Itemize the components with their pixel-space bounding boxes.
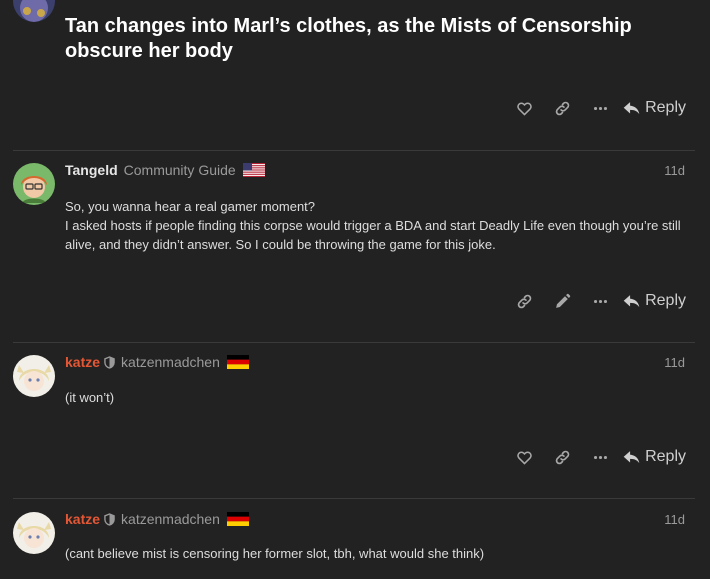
post-divider — [13, 498, 695, 499]
ellipsis-icon — [593, 106, 607, 110]
heart-icon — [516, 450, 532, 465]
user-full-name: katzenmadchen — [121, 511, 220, 527]
username[interactable]: katze — [65, 511, 100, 527]
link-icon — [517, 294, 531, 308]
post-meta: katze katzenmadchen — [65, 509, 249, 529]
link-icon — [555, 450, 569, 464]
post-body: So, you wanna hear a real gamer moment? … — [65, 197, 690, 254]
reply-icon — [623, 450, 640, 463]
post-line: So, you wanna hear a real gamer moment? — [65, 199, 316, 214]
more-options-button[interactable] — [581, 93, 619, 123]
post-meta: katze katzenmadchen — [65, 352, 249, 372]
de-flag-icon — [226, 512, 249, 526]
ellipsis-icon — [593, 299, 607, 303]
more-options-button[interactable] — [581, 442, 619, 472]
reply-label: Reply — [645, 292, 686, 309]
avatar[interactable] — [13, 163, 55, 205]
reply-label: Reply — [645, 99, 686, 116]
topic-title: Tan changes into Marl’s clothes, as the … — [65, 15, 632, 62]
shield-icon — [104, 355, 115, 369]
post-line: (cant believe mist is censoring her form… — [65, 546, 485, 561]
post-date[interactable]: 11d — [664, 355, 685, 370]
like-button[interactable] — [505, 442, 543, 472]
post-body: (it won’t) — [65, 388, 690, 407]
post-actions: Reply — [505, 442, 686, 472]
avatar[interactable] — [13, 512, 55, 554]
post-line: (it won’t) — [65, 390, 115, 405]
more-options-button[interactable] — [581, 286, 619, 316]
username[interactable]: katze — [65, 354, 100, 370]
share-link-button[interactable] — [505, 286, 543, 316]
username[interactable]: Tangeld — [65, 162, 118, 178]
post-divider — [13, 342, 695, 343]
heart-icon — [516, 101, 532, 116]
post-actions: Reply — [505, 93, 686, 123]
link-icon — [555, 101, 569, 115]
ellipsis-icon — [593, 455, 607, 459]
post-body: (cant believe mist is censoring her form… — [65, 544, 690, 563]
like-button[interactable] — [505, 93, 543, 123]
reply-icon — [623, 294, 640, 307]
reply-icon — [623, 101, 640, 114]
reply-label: Reply — [645, 448, 686, 465]
reply-button[interactable]: Reply — [623, 93, 686, 123]
share-link-button[interactable] — [543, 93, 581, 123]
us-flag-icon — [242, 163, 265, 177]
reply-button[interactable]: Reply — [623, 442, 686, 472]
post-actions: Reply — [505, 286, 686, 316]
post-line: I asked hosts if people finding this cor… — [65, 218, 681, 252]
share-link-button[interactable] — [543, 442, 581, 472]
post-meta: Tangeld Community Guide — [65, 160, 265, 180]
de-flag-icon — [226, 355, 249, 369]
avatar[interactable] — [13, 0, 55, 22]
avatar[interactable] — [13, 355, 55, 397]
user-title: Community Guide — [123, 162, 236, 178]
shield-icon — [104, 512, 115, 526]
pencil-icon — [555, 293, 570, 308]
post-divider — [13, 150, 695, 151]
post-date[interactable]: 11d — [664, 163, 685, 178]
user-full-name: katzenmadchen — [121, 354, 220, 370]
edit-button[interactable] — [543, 286, 581, 316]
post-date[interactable]: 11d — [664, 512, 685, 527]
reply-button[interactable]: Reply — [623, 286, 686, 316]
